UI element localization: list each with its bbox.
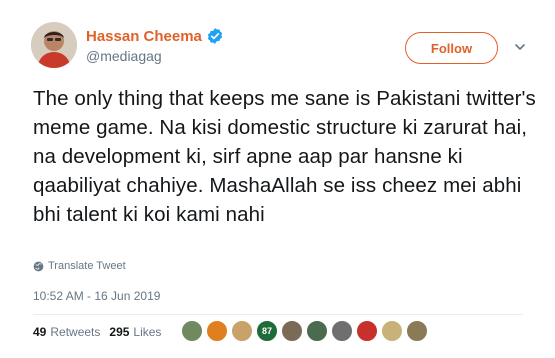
liker-avatars: 87 — [181, 320, 431, 342]
tweet-text: The only thing that keeps me sane is Pak… — [33, 87, 536, 226]
chevron-down-icon[interactable] — [513, 40, 527, 54]
retweets-count: 49 — [33, 325, 47, 339]
author-display-name[interactable]: Hassan Cheema — [86, 28, 202, 45]
verified-badge-icon — [206, 27, 224, 45]
tweet-timestamp[interactable]: 10:52 AM - 16 Jun 2019 — [33, 289, 160, 303]
liker-avatar-label: 87 — [261, 326, 272, 336]
retweets-stat[interactable]: 49 Retweets — [33, 325, 100, 339]
liker-avatar[interactable] — [206, 320, 228, 342]
liker-avatar[interactable]: 87 — [256, 320, 278, 342]
liker-avatar[interactable] — [406, 320, 428, 342]
tweet-card: Hassan Cheema @mediagag Follow The only … — [0, 0, 555, 358]
liker-avatar[interactable] — [356, 320, 378, 342]
follow-button[interactable]: Follow — [405, 32, 498, 64]
retweets-label: Retweets — [50, 325, 101, 339]
liker-avatar[interactable] — [381, 320, 403, 342]
avatar[interactable] — [31, 22, 77, 68]
liker-avatar[interactable] — [281, 320, 303, 342]
author-info: Hassan Cheema @mediagag — [86, 27, 224, 64]
translate-tweet-link[interactable]: Translate Tweet — [33, 260, 126, 272]
likes-label: Likes — [133, 325, 162, 339]
likes-stat[interactable]: 295 Likes — [109, 325, 161, 339]
likes-count: 295 — [109, 325, 130, 339]
liker-avatar[interactable] — [231, 320, 253, 342]
tweet-stats: 49 Retweets 295 Likes — [33, 325, 170, 339]
translate-tweet-label: Translate Tweet — [48, 260, 126, 272]
author-handle[interactable]: @mediagag — [86, 48, 224, 64]
liker-avatar[interactable] — [331, 320, 353, 342]
divider — [33, 314, 523, 315]
globe-icon — [33, 261, 44, 272]
liker-avatar[interactable] — [181, 320, 203, 342]
liker-avatar[interactable] — [306, 320, 328, 342]
